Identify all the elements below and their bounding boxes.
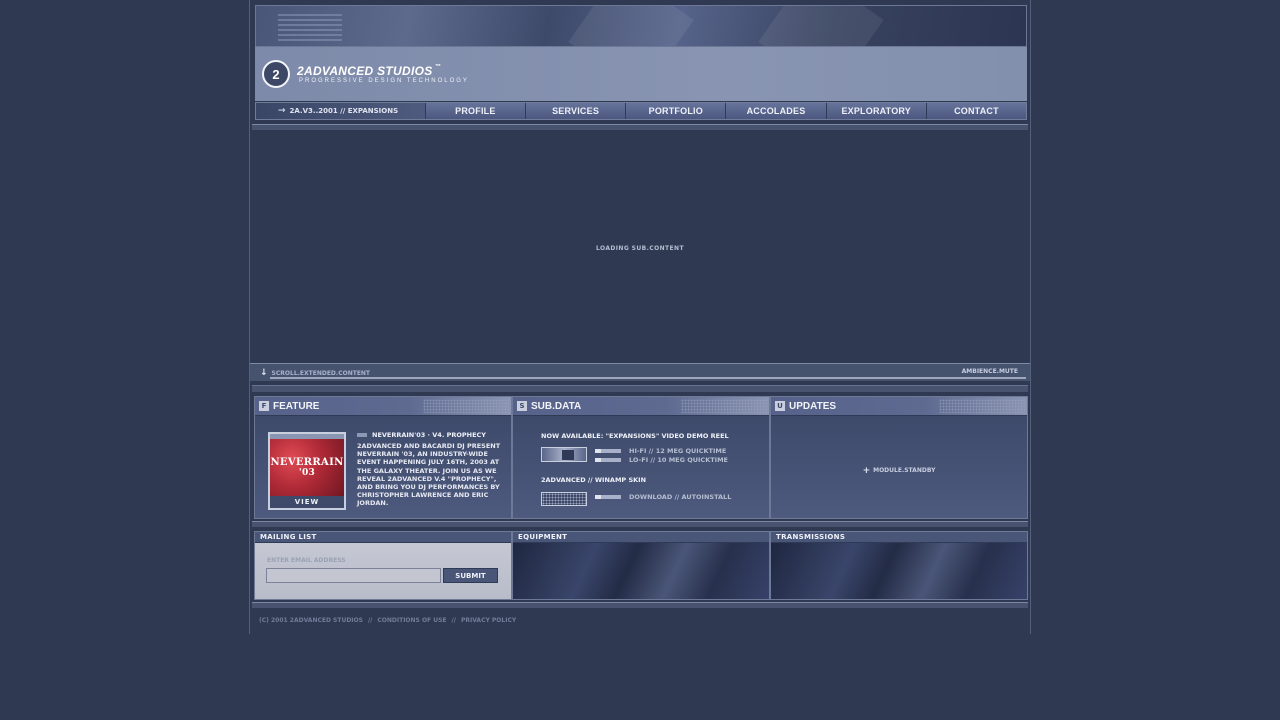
updates-icon: U [775, 401, 785, 411]
updates-body-area: + MODULE.STANDBY [771, 416, 1027, 518]
ambience-mute-button[interactable]: AMBIENCE.MUTE [962, 368, 1018, 375]
logo-tagline: PROGRESSIVE DESIGN TECHNOLOGY [299, 78, 469, 84]
thumb-line-1: NEVERRAIN [270, 456, 344, 468]
feature-panel: F FEATURE NEVERRAIN '03 VIEW NEVERRAIN'0… [254, 396, 512, 519]
footer-separator: // [367, 617, 373, 624]
copyright-text: (C) 2001 2ADVANCED STUDIOS [259, 617, 363, 624]
now-available-text: NOW AVAILABLE: "EXPANSIONS" VIDEO DEMO R… [541, 432, 729, 440]
subdata-body-area: NOW AVAILABLE: "EXPANSIONS" VIDEO DEMO R… [513, 416, 769, 518]
header: 2 2ADVANCED STUDIOS ™ PROGRESSIVE DESIGN … [255, 47, 1027, 101]
link-bar-icon [595, 458, 621, 462]
lofi-label: LO-FI // 10 MEG QUICKTIME [629, 456, 728, 464]
plus-icon: + [862, 466, 871, 476]
logo-mark-text: 2 [272, 66, 280, 82]
email-label: ENTER EMAIL ADDRESS [267, 557, 346, 564]
thumb-line-2: '03 [298, 467, 316, 478]
footer-separator: // [451, 617, 456, 624]
scroll-bar: ↓ SCROLL.EXTENDED.CONTENT AMBIENCE.MUTE [250, 363, 1030, 381]
link-bar-icon [595, 495, 621, 499]
feature-body-area: NEVERRAIN '03 VIEW NEVERRAIN'03 · V4. PR… [255, 416, 511, 518]
winamp-download-label: DOWNLOAD // AUTOINSTALL [629, 493, 732, 501]
neverrain-image: NEVERRAIN '03 [270, 439, 344, 496]
header-dot-pattern [939, 399, 1025, 413]
updates-header: U UPDATES [771, 397, 1027, 416]
module-standby: + MODULE.STANDBY [771, 466, 1027, 476]
feature-header: F FEATURE [255, 397, 511, 416]
subdata-header: S SUB.DATA [513, 397, 769, 416]
view-button[interactable]: VIEW [270, 496, 344, 508]
nav-item-services[interactable]: SERVICES [524, 103, 626, 119]
hifi-download-link[interactable]: HI-FI // 12 MEG QUICKTIME [595, 447, 726, 455]
banner-streak [568, 6, 694, 46]
footer-divider [252, 602, 1028, 608]
module-standby-label: MODULE.STANDBY [873, 467, 936, 474]
logo-name[interactable]: 2ADVANCED STUDIOS ™ [297, 64, 441, 78]
scroll-label: SCROLL.EXTENDED.CONTENT [271, 369, 371, 377]
neverrain-thumbnail[interactable]: NEVERRAIN '03 VIEW [268, 432, 346, 510]
nav-item-contact[interactable]: CONTACT [925, 103, 1027, 119]
footer: (C) 2001 2ADVANCED STUDIOS // CONDITIONS… [259, 617, 516, 624]
banner-text-lines [278, 14, 342, 44]
subdata-title: SUB.DATA [531, 400, 582, 412]
content-top-divider [252, 124, 1028, 130]
subdata-icon: S [517, 401, 527, 411]
nav-current-version[interactable]: → 2A.V3..2001 // EXPANSIONS [256, 103, 425, 119]
mailing-list-body: ENTER EMAIL ADDRESS SUBMIT [255, 543, 511, 599]
scroll-track [270, 377, 1026, 379]
header-dot-pattern [681, 399, 767, 413]
mailing-list-title: MAILING LIST [255, 532, 511, 543]
transmissions-title: TRANSMISSIONS [771, 532, 1027, 543]
conditions-link[interactable]: CONDITIONS OF USE [377, 617, 446, 624]
feature-description: 2ADVANCED AND BACARDI DJ PRESENT NEVERRA… [357, 442, 501, 508]
submit-button[interactable]: SUBMIT [443, 568, 498, 583]
arrow-down-icon: ↓ [260, 368, 268, 378]
subdata-panel: S SUB.DATA NOW AVAILABLE: "EXPANSIONS" V… [512, 396, 770, 519]
winamp-skin-title: 2ADVANCED // WINAMP SKIN [541, 476, 647, 484]
hifi-label: HI-FI // 12 MEG QUICKTIME [629, 447, 727, 455]
trademark: ™ [434, 64, 441, 70]
nav-current-label: 2A.V3..2001 // EXPANSIONS [289, 107, 399, 115]
scroll-extended-button[interactable]: ↓ SCROLL.EXTENDED.CONTENT [260, 368, 370, 378]
equipment-image[interactable] [513, 543, 769, 599]
transmissions-panel: TRANSMISSIONS [770, 531, 1028, 600]
nav-item-exploratory[interactable]: EXPLORATORY [825, 103, 926, 119]
updates-panel: U UPDATES + MODULE.STANDBY [770, 396, 1028, 519]
lofi-download-link[interactable]: LO-FI // 10 MEG QUICKTIME [595, 456, 728, 464]
section-divider [252, 521, 1028, 527]
feature-title: FEATURE [273, 400, 320, 412]
nav-item-profile[interactable]: PROFILE [424, 103, 525, 119]
main-nav: → 2A.V3..2001 // EXPANSIONS PROFILE SERV… [255, 102, 1027, 120]
arrow-right-icon: → [278, 106, 286, 116]
winamp-thumbnail[interactable] [541, 492, 587, 506]
loading-text: LOADING SUB.CONTENT [596, 245, 684, 252]
privacy-link[interactable]: PRIVACY POLICY [461, 617, 516, 624]
header-dot-pattern [423, 399, 509, 413]
email-input[interactable] [266, 568, 441, 583]
brand-name: 2ADVANCED STUDIOS [297, 64, 433, 78]
nav-item-accolades[interactable]: ACCOLADES [725, 103, 826, 119]
feature-icon: F [259, 401, 269, 411]
logo-icon[interactable]: 2 [262, 60, 290, 88]
top-banner [255, 5, 1027, 47]
equipment-title: EQUIPMENT [513, 532, 769, 543]
feature-headline[interactable]: NEVERRAIN'03 · V4. PROPHECY [357, 431, 486, 439]
equipment-panel: EQUIPMENT [512, 531, 770, 600]
transmissions-image[interactable] [771, 543, 1027, 599]
section-divider [252, 385, 1028, 392]
bullet-icon [357, 433, 367, 437]
link-bar-icon [595, 449, 621, 453]
demo-reel-thumbnail[interactable] [541, 447, 587, 462]
updates-title: UPDATES [789, 400, 837, 412]
mailing-list-panel: MAILING LIST ENTER EMAIL ADDRESS SUBMIT [254, 531, 512, 600]
banner-streak [758, 6, 884, 46]
site-container: 2 2ADVANCED STUDIOS ™ PROGRESSIVE DESIGN … [249, 0, 1031, 634]
winamp-download-link[interactable]: DOWNLOAD // AUTOINSTALL [595, 493, 731, 501]
feature-headline-text: NEVERRAIN'03 · V4. PROPHECY [372, 431, 486, 439]
nav-item-portfolio[interactable]: PORTFOLIO [625, 103, 726, 119]
